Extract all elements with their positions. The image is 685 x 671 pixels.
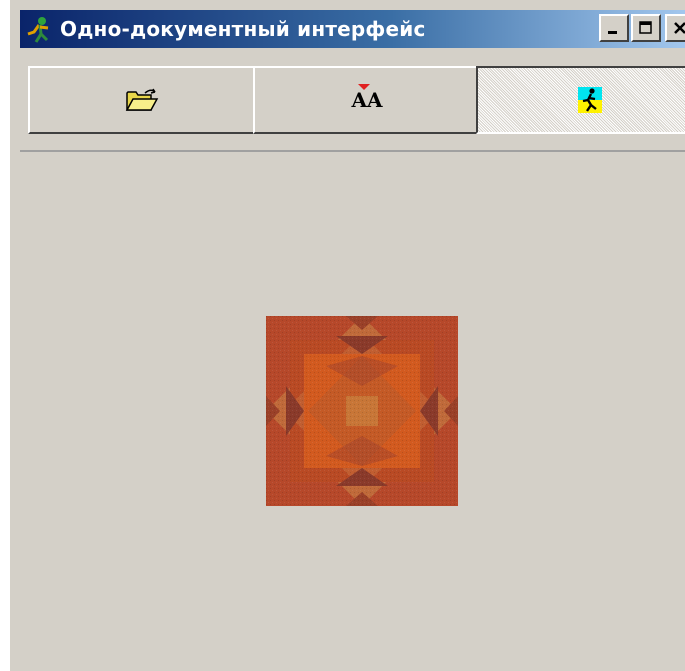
- app-icon[interactable]: [24, 14, 54, 44]
- run-button[interactable]: [476, 66, 685, 134]
- running-man-icon: [578, 87, 602, 113]
- document-area: [20, 154, 685, 671]
- close-icon: [674, 22, 685, 34]
- minimize-icon: [608, 31, 617, 34]
- maximize-button[interactable]: [631, 14, 661, 42]
- open-button[interactable]: [28, 66, 256, 134]
- caption-buttons: [599, 14, 685, 42]
- maximize-icon: [639, 21, 652, 34]
- open-folder-icon: [125, 88, 159, 111]
- font-icon: AA: [351, 84, 383, 112]
- toolbar: AA: [20, 56, 685, 152]
- font-button[interactable]: AA: [253, 66, 481, 134]
- quilt-pattern-image: [266, 316, 458, 506]
- minimize-button[interactable]: [599, 14, 629, 42]
- window-title: Одно-документный интерфейс: [60, 17, 426, 41]
- close-button[interactable]: [665, 14, 685, 42]
- main-window: Одно-документный интерфейс AA: [0, 0, 685, 671]
- title-bar[interactable]: Одно-документный интерфейс: [20, 10, 685, 48]
